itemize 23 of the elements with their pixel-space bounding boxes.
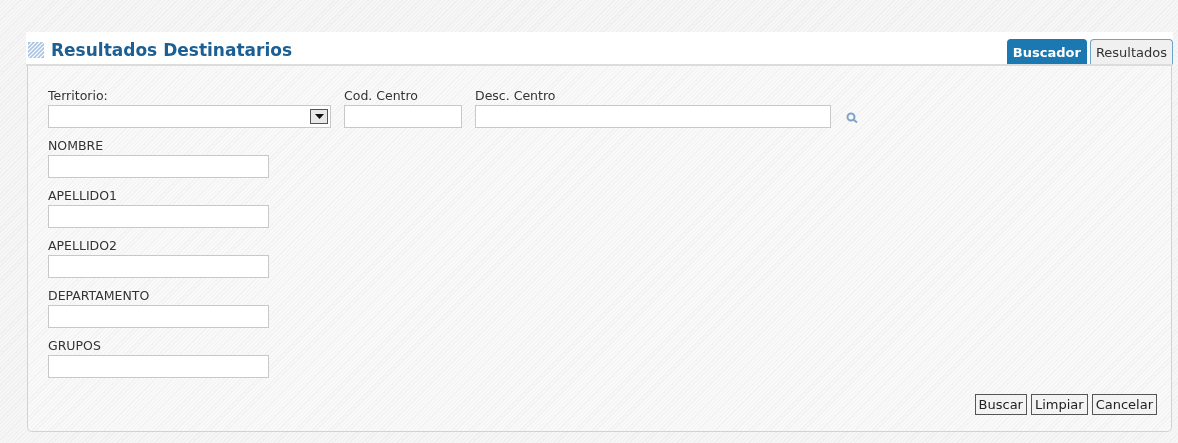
input-field[interactable] — [48, 305, 269, 328]
input-field[interactable] — [48, 155, 269, 178]
action-button[interactable]: Buscar — [974, 394, 1027, 415]
action-button[interactable]: Limpiar — [1030, 394, 1088, 415]
search-icon[interactable] — [846, 112, 858, 123]
field-label: Desc. Centro — [475, 88, 557, 104]
field-label: APELLIDO1 — [48, 188, 119, 204]
input-field[interactable] — [48, 355, 269, 378]
input-field[interactable] — [475, 105, 831, 128]
input-field[interactable] — [48, 205, 269, 228]
field-label: Territorio: — [48, 88, 109, 104]
field-label: GRUPOS — [48, 338, 102, 354]
page-title: Resultados Destinatarios — [51, 40, 293, 60]
field-label: APELLIDO2 — [48, 238, 119, 254]
tab[interactable]: Buscador — [1006, 39, 1087, 64]
action-button[interactable]: Cancelar — [1091, 394, 1157, 415]
field-label: DEPARTAMENTO — [48, 288, 151, 304]
input-field[interactable] — [48, 255, 269, 278]
input-field[interactable] — [344, 105, 462, 128]
tab[interactable]: Resultados — [1089, 39, 1173, 64]
field-label: NOMBRE — [48, 138, 105, 154]
field-label: Cod. Centro — [344, 88, 419, 104]
dropdown-field[interactable] — [48, 105, 331, 128]
